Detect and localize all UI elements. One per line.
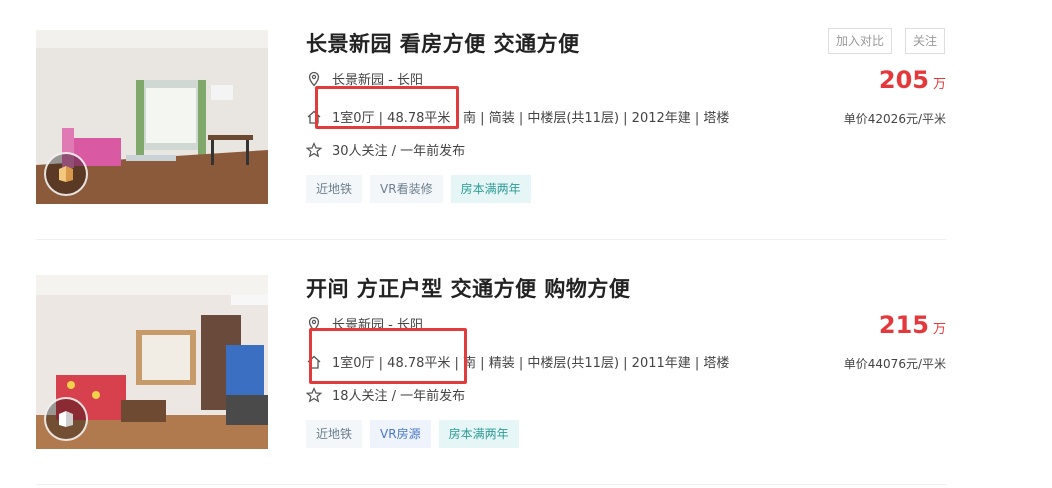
listing-photo[interactable] <box>36 275 268 449</box>
vr-badge-icon[interactable] <box>44 397 88 441</box>
listing-divider <box>36 484 946 485</box>
price-unit: 万 <box>932 322 946 337</box>
add-compare-button[interactable]: 加入对比 <box>828 28 893 54</box>
price-unit: 万 <box>932 77 946 92</box>
follow-button[interactable]: 关注 <box>905 28 946 54</box>
listing-photo[interactable] <box>36 30 268 204</box>
price-value: 215 <box>878 311 929 339</box>
tag-list: 近地铁 VR看装修 房本满两年 <box>306 175 539 203</box>
follow-info-row: 30人关注 / 一年前发布 <box>306 140 465 159</box>
tag-vr-listing: VR房源 <box>370 420 431 448</box>
highlight-box <box>309 328 467 384</box>
star-icon <box>306 386 322 403</box>
total-price: 205 万 <box>879 66 946 94</box>
listing-divider <box>36 239 946 240</box>
follow-info: 18人关注 / 一年前发布 <box>332 389 466 404</box>
listing-title[interactable]: 长景新园 看房方便 交通方便 <box>306 28 580 58</box>
unit-price: 单价44076元/平米 <box>843 357 946 371</box>
unit-price: 单价42026元/平米 <box>843 112 946 126</box>
location-pin-icon <box>306 71 322 87</box>
follow-info-row: 18人关注 / 一年前发布 <box>306 385 465 404</box>
tag-two-years: 房本满两年 <box>438 420 519 448</box>
tag-near-subway: 近地铁 <box>306 420 363 448</box>
tag-near-subway: 近地铁 <box>306 175 363 203</box>
tag-vr-decoration: VR看装修 <box>370 175 443 203</box>
tag-list: 近地铁 VR房源 房本满两年 <box>306 420 527 448</box>
price-value: 205 <box>878 66 929 94</box>
star-icon <box>306 141 322 158</box>
total-price: 215 万 <box>879 311 946 339</box>
highlight-box <box>315 86 459 129</box>
vr-badge-icon[interactable] <box>44 152 88 196</box>
tag-two-years: 房本满两年 <box>450 175 531 203</box>
follow-info: 30人关注 / 一年前发布 <box>332 144 466 159</box>
listing-title[interactable]: 开间 方正户型 交通方便 购物方便 <box>306 273 630 303</box>
